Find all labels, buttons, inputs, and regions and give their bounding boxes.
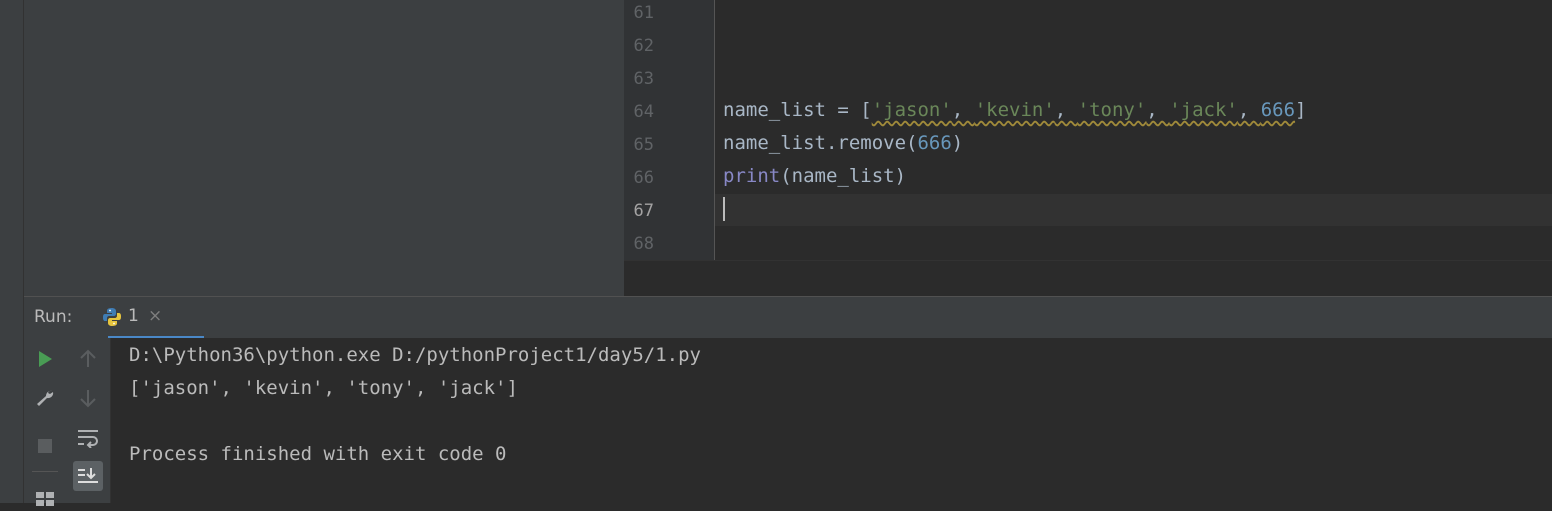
play-shape [39,351,52,367]
string-token: 'jack' [1169,99,1238,121]
code-line-66[interactable]: print(name_list) [723,165,906,187]
run-icon[interactable] [30,344,60,374]
line-number: 64 [633,102,654,122]
number-token: 666 [917,132,952,154]
wrench-icon[interactable] [30,383,60,413]
console-output[interactable]: D:\Python36\python.exe D:/pythonProject1… [111,338,1552,503]
toolbar-separator [32,471,58,472]
code-editor[interactable]: 61 62 63 64 65 66 67 68 name_list = ['ja… [624,0,1552,260]
up-arrow-icon[interactable] [73,344,103,374]
line-number: 63 [633,69,654,89]
stop-shape [38,439,52,453]
run-panel-header: Run: 1 × [24,296,1552,339]
current-line-number: 67 [633,201,654,221]
code-token: (name_list) [780,165,907,187]
console-line: D:\Python36\python.exe D:/pythonProject1… [129,344,701,366]
current-line-highlight [715,194,1552,226]
code-token: name_list = [ [723,99,872,121]
editor-bottom-area [624,260,1552,297]
console-line: ['jason', 'kevin', 'tony', 'jack'] [129,377,518,399]
builtin-token: print [723,165,781,187]
wrench-shape [37,390,54,406]
line-number: 68 [633,234,654,254]
string-token: 'tony' [1077,99,1147,121]
code-token: name_list.remove( [723,132,918,154]
scroll-to-end-shape [78,468,98,483]
console-line: Process finished with exit code 0 [129,443,507,465]
python-icon [103,308,121,326]
string-token: 'jason' [871,99,952,121]
run-toolbar-secondary [67,338,111,503]
code-token: , [1054,99,1078,121]
line-number: 65 [633,135,654,155]
text-caret [723,197,725,221]
code-token: ) [951,132,964,154]
close-tab-icon[interactable]: × [148,306,162,326]
left-tool-strip [0,0,24,503]
up-arrow-shape [80,349,96,367]
code-token: , [951,99,975,121]
soft-wrap-icon[interactable] [73,423,103,453]
code-token: , [1146,99,1170,121]
string-token: 'kevin' [974,99,1055,121]
down-arrow-shape [80,390,96,408]
code-token: ] [1295,99,1307,121]
project-pane [24,0,624,296]
run-toolbar-primary [24,338,67,506]
layout-shape [36,492,54,506]
line-number: 61 [633,3,654,23]
layout-icon[interactable] [30,481,60,511]
run-tab-label[interactable]: 1 [128,306,139,326]
stop-icon[interactable] [30,431,60,461]
line-number: 66 [633,168,654,188]
run-label: Run: [34,307,73,327]
code-line-65[interactable]: name_list.remove(666) [723,132,963,154]
down-arrow-icon[interactable] [73,383,103,413]
code-token: , [1237,99,1261,121]
code-line-64[interactable]: name_list = ['jason', 'kevin', 'tony', '… [723,99,1307,121]
scroll-to-end-icon[interactable] [73,461,103,491]
line-number: 62 [633,36,654,56]
number-token: 666 [1260,99,1296,121]
list-literal: 'jason', 'kevin', 'tony', 'jack', 666 [872,99,1295,121]
line-number-gutter: 61 62 63 64 65 66 67 68 [624,0,714,260]
soft-wrap-shape [78,430,98,448]
